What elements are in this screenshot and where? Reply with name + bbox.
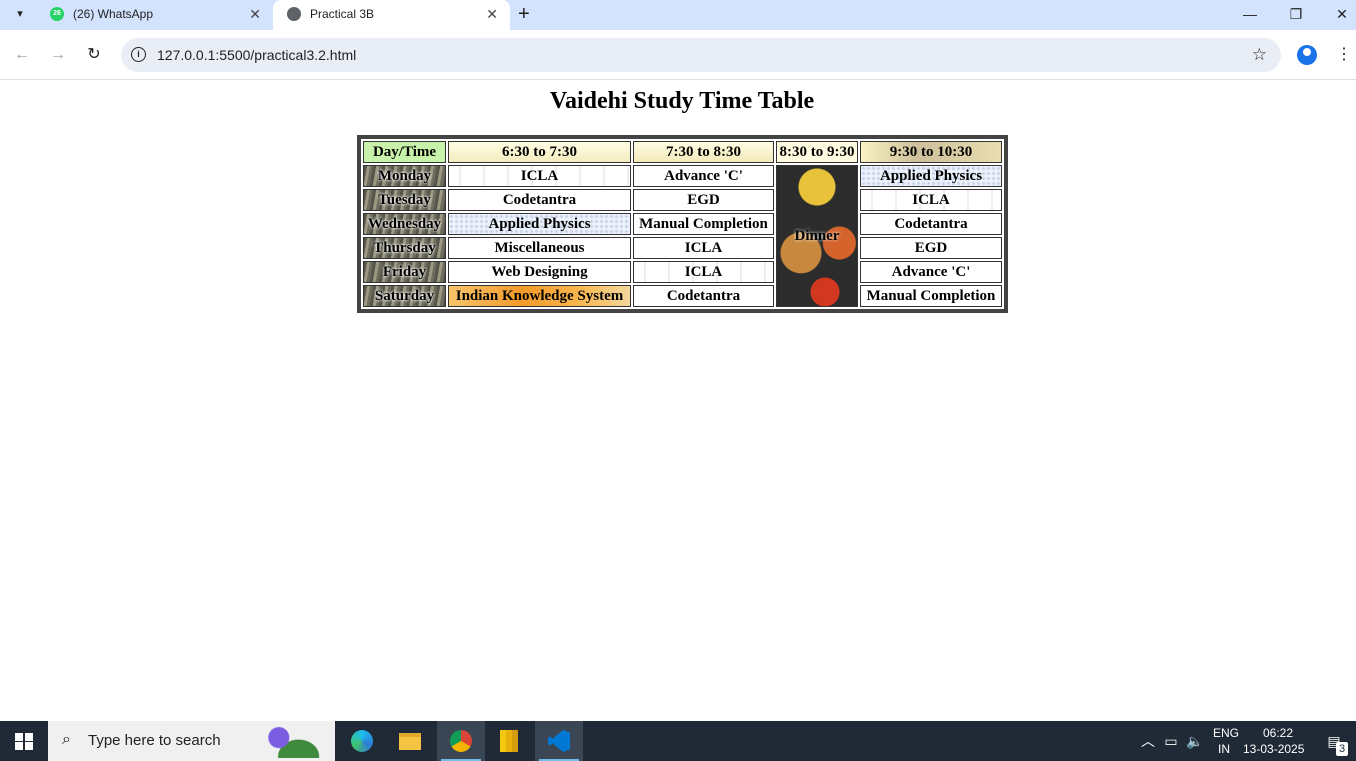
slot-cell: Codetantra [448,189,631,211]
day-cell: Monday [363,165,446,187]
search-highlight-image [259,724,325,758]
show-hidden-icons-chevron-icon[interactable]: ︿ [1138,721,1158,761]
language-indicator[interactable]: ENG [1213,726,1239,740]
slot-cell: EGD [633,189,774,211]
profile-avatar-icon[interactable] [1297,45,1317,65]
header-cell: 6:30 to 7:30 [448,141,631,163]
slot-cell: ICLA [448,165,631,187]
volume-icon[interactable]: 🔈 [1184,721,1206,761]
day-cell: Thursday [363,237,446,259]
forward-icon[interactable]: → [47,44,69,66]
slot-cell: ICLA [860,189,1002,211]
site-info-icon[interactable]: i [131,47,146,62]
chrome-icon[interactable] [437,721,485,761]
kebab-menu-icon[interactable]: ⋮ [1336,44,1352,66]
back-icon[interactable]: ← [11,44,33,66]
slot-cell: Applied Physics [860,165,1002,187]
url-text[interactable]: 127.0.0.1:5500/practical3.2.html [157,38,356,72]
restore-icon[interactable]: ❐ [1273,0,1319,30]
table-header-row: Day/Time 6:30 to 7:30 7:30 to 8:30 8:30 … [363,141,1002,163]
slot-cell: Miscellaneous [448,237,631,259]
search-placeholder: Type here to search [88,732,221,749]
table-row: Wednesday Applied Physics Manual Complet… [363,213,1002,235]
table-row: Monday ICLA Advance 'C' Dinner Applied P… [363,165,1002,307]
header-cell: 8:30 to 9:30 [776,141,858,163]
tab-whatsapp[interactable]: 26 (26) WhatsApp ✕ [36,0,273,30]
new-tab-icon[interactable]: + [518,2,530,26]
tab-title: Practical 3B [310,7,375,21]
slot-cell: Advance 'C' [633,165,774,187]
tab-title: (26) WhatsApp [73,7,154,21]
edge-icon[interactable] [338,721,386,761]
browser-toolbar: ← → ↻ i 127.0.0.1:5500/practical3.2.html… [0,30,1356,80]
slot-cell: ICLA [633,261,774,283]
vscode-icon[interactable] [535,721,583,761]
day-cell: Tuesday [363,189,446,211]
header-cell: 9:30 to 10:30 [860,141,1002,163]
network-icon[interactable]: ▭ [1160,721,1182,761]
clock-date[interactable]: 13-03-2025 [1243,742,1304,756]
slot-cell: Codetantra [860,213,1002,235]
day-cell: Saturday [363,285,446,307]
taskbar: ⌕ Type here to search ︿ ▭ 🔈 ENG IN 06:22… [0,721,1356,761]
file-explorer-icon[interactable] [386,721,434,761]
table-row: Thursday Miscellaneous ICLA EGD [363,237,1002,259]
timetable: Day/Time 6:30 to 7:30 7:30 to 8:30 8:30 … [357,135,1008,313]
slot-cell: Manual Completion [860,285,1002,307]
day-cell: Friday [363,261,446,283]
table-row: Saturday Indian Knowledge System Codetan… [363,285,1002,307]
tab-practical[interactable]: Practical 3B ✕ [273,0,510,30]
notification-count-badge: 3 [1336,742,1348,756]
slot-cell: Applied Physics [448,213,631,235]
page-viewport: Vaidehi Study Time Table Day/Time 6:30 t… [0,80,1356,721]
address-bar[interactable]: i 127.0.0.1:5500/practical3.2.html ☆ [121,38,1281,72]
region-indicator[interactable]: IN [1218,742,1230,756]
close-tab-icon[interactable]: ✕ [249,0,261,28]
slot-cell: Codetantra [633,285,774,307]
clock-time[interactable]: 06:22 [1263,726,1293,740]
reload-icon[interactable]: ↻ [83,44,105,66]
table-row: Friday Web Designing ICLA Advance 'C' [363,261,1002,283]
close-tab-icon[interactable]: ✕ [486,0,498,28]
tab-strip: ▾ 26 (26) WhatsApp ✕ Practical 3B ✕ + — … [0,0,1356,30]
page-title: Vaidehi Study Time Table [549,88,815,114]
whatsapp-icon: 26 [50,7,64,21]
minimize-icon[interactable]: — [1227,0,1273,30]
search-icon: ⌕ [62,731,71,748]
header-cell: Day/Time [363,141,446,163]
globe-icon [287,7,301,21]
slot-cell: EGD [860,237,1002,259]
slot-cell: Advance 'C' [860,261,1002,283]
power-bi-icon[interactable] [485,721,533,761]
slot-cell: ICLA [633,237,774,259]
slot-cell: Indian Knowledge System [448,285,631,307]
table-row: Tuesday Codetantra EGD ICLA [363,189,1002,211]
header-cell: 7:30 to 8:30 [633,141,774,163]
dinner-cell: Dinner [776,165,858,307]
day-cell: Wednesday [363,213,446,235]
bookmark-star-icon[interactable]: ☆ [1252,38,1267,72]
slot-cell: Manual Completion [633,213,774,235]
close-window-icon[interactable]: ✕ [1319,0,1356,30]
slot-cell: Web Designing [448,261,631,283]
tab-search-chevron-icon[interactable]: ▾ [8,4,32,24]
taskbar-search-box[interactable]: ⌕ Type here to search [48,721,335,761]
windows-start-icon[interactable] [15,733,33,750]
